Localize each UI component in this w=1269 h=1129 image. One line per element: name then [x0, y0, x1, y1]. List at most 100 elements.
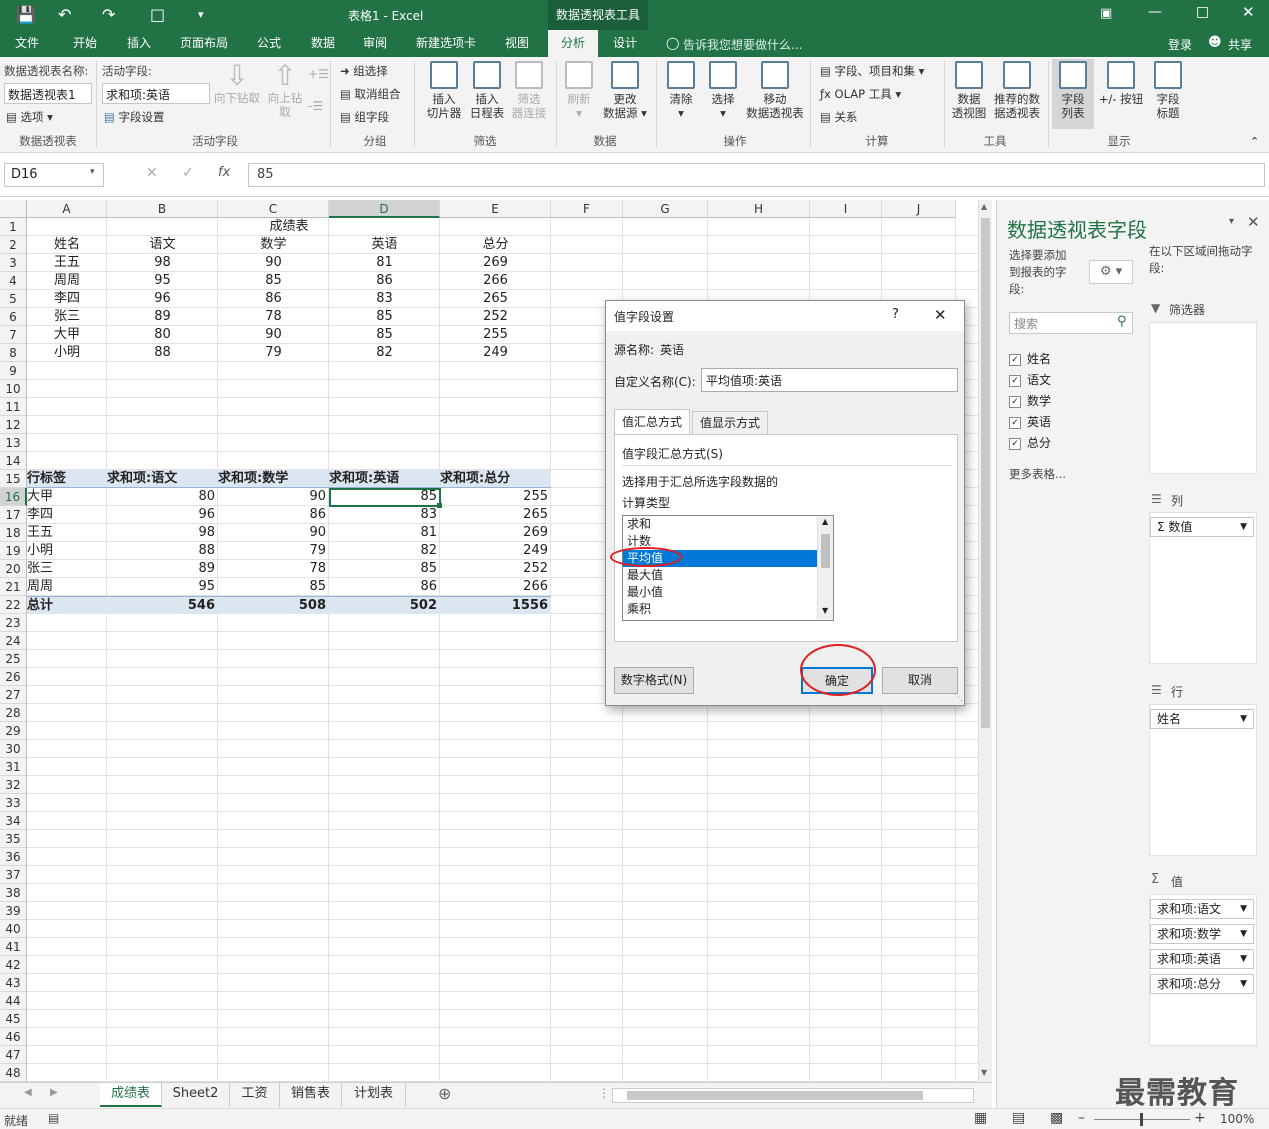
row-header[interactable]: 11 — [0, 398, 27, 416]
page-layout-view-icon[interactable]: ▤ — [1012, 1110, 1025, 1126]
column-header[interactable]: C — [218, 200, 329, 218]
column-header[interactable]: D — [329, 200, 440, 218]
pivot-cell[interactable]: 王五 — [27, 524, 107, 542]
tab-home[interactable]: 开始 — [60, 30, 110, 57]
maximize-icon[interactable]: □ — [1196, 4, 1209, 20]
values-area[interactable]: 求和项:语文 ▼ 求和项:数学 ▼ 求和项:英语 ▼ 求和项:总分 ▼ — [1149, 894, 1257, 1046]
checkbox-checked-icon[interactable]: ✓ — [1009, 374, 1021, 387]
zoom-out-icon[interactable]: – — [1078, 1110, 1085, 1126]
pivot-cell[interactable]: 85 — [329, 560, 440, 578]
table-cell[interactable]: 255 — [440, 326, 551, 344]
row-header[interactable]: 19 — [0, 542, 27, 560]
field-item[interactable]: ✓ 数学 — [1009, 392, 1133, 413]
pivot-chart-button[interactable]: 数据 透视图 — [948, 61, 990, 120]
pivot-cell[interactable]: 90 — [218, 524, 329, 542]
tab-summarize-by[interactable]: 值汇总方式 — [614, 409, 690, 435]
table-cell[interactable]: 86 — [329, 272, 440, 290]
normal-view-icon[interactable]: ▦ — [974, 1110, 987, 1126]
row-header[interactable]: 4 — [0, 272, 27, 290]
pivot-cell[interactable]: 86 — [329, 578, 440, 596]
table-cell[interactable]: 86 — [218, 290, 329, 308]
table-cell[interactable]: 83 — [329, 290, 440, 308]
redo-icon[interactable]: ↷ — [102, 5, 115, 24]
tab-formulas[interactable]: 公式 — [244, 30, 294, 57]
table-cell[interactable]: 81 — [329, 254, 440, 272]
row-header[interactable]: 30 — [0, 740, 27, 758]
row-header[interactable]: 47 — [0, 1046, 27, 1064]
row-header[interactable]: 32 — [0, 776, 27, 794]
pivot-name-input[interactable]: 数据透视表1 — [4, 83, 92, 104]
field-search-input[interactable]: 搜索 — [1009, 312, 1133, 334]
row-header[interactable]: 43 — [0, 974, 27, 992]
resize-grip-icon[interactable]: ⋱ — [954, 693, 963, 703]
columns-area[interactable]: Σ 数值 ▼ — [1149, 512, 1257, 664]
login-link[interactable]: 登录 — [1168, 36, 1192, 53]
row-header[interactable]: 22 — [0, 596, 27, 614]
close-icon[interactable]: ✕ — [1242, 3, 1255, 21]
pivot-cell[interactable]: 96 — [107, 506, 218, 524]
row-header[interactable]: 2 — [0, 236, 27, 254]
table-cell[interactable]: 269 — [440, 254, 551, 272]
table-cell[interactable]: 周周 — [27, 272, 107, 290]
column-header[interactable]: J — [882, 200, 956, 218]
pivot-cell[interactable]: 252 — [440, 560, 551, 578]
enter-icon[interactable]: ✓ — [182, 165, 194, 181]
table-header-cell[interactable]: 语文 — [107, 236, 218, 254]
insert-function-icon[interactable]: fx — [218, 165, 230, 180]
pane-close-icon[interactable]: ✕ — [1247, 213, 1260, 231]
insert-slicer-button[interactable]: 插入 切片器 — [422, 61, 466, 120]
row-header[interactable]: 18 — [0, 524, 27, 542]
insert-timeline-button[interactable]: 插入 日程表 — [466, 61, 508, 120]
page-break-view-icon[interactable]: ▩ — [1050, 1110, 1063, 1126]
calc-type-listbox[interactable]: 求和 计数 平均值 最大值 最小值 乘积 ▲ ▼ — [622, 515, 834, 621]
listbox-scrollbar[interactable]: ▲ ▼ — [817, 516, 833, 620]
scroll-up-icon[interactable]: ▲ — [981, 202, 987, 211]
group-selection-button[interactable]: ➜ 组选择 — [340, 63, 388, 79]
row-header[interactable]: 6 — [0, 308, 27, 326]
add-sheet-icon[interactable]: ⊕ — [438, 1084, 451, 1103]
table-cell[interactable]: 88 — [107, 344, 218, 362]
pivot-cell[interactable]: 李四 — [27, 506, 107, 524]
sheet-tab-sales[interactable]: 销售表 — [280, 1083, 342, 1107]
tab-review[interactable]: 审阅 — [350, 30, 400, 57]
table-cell[interactable]: 79 — [218, 344, 329, 362]
formula-input[interactable]: 85 — [248, 163, 1265, 187]
drill-up-button[interactable]: ⇧ 向上钻取 — [264, 61, 306, 120]
fields-items-sets-button[interactable]: ▤ 字段、项目和集 ▾ — [820, 63, 924, 79]
filter-connections-button[interactable]: 筛选 器连接 — [508, 61, 550, 120]
row-header[interactable]: 38 — [0, 884, 27, 902]
column-header[interactable]: F — [551, 200, 623, 218]
table-cell[interactable]: 王五 — [27, 254, 107, 272]
pivot-cell[interactable]: 255 — [440, 488, 551, 506]
rows-area[interactable]: 姓名 ▼ — [1149, 704, 1257, 856]
horizontal-scrollbar[interactable] — [612, 1088, 974, 1103]
checkbox-checked-icon[interactable]: ✓ — [1009, 395, 1021, 408]
name-box[interactable]: D16 — [4, 163, 104, 187]
row-header[interactable]: 3 — [0, 254, 27, 272]
row-header[interactable]: 14 — [0, 452, 27, 470]
collapse-ribbon-icon[interactable]: ⌃ — [1250, 135, 1259, 148]
tab-file[interactable]: 文件 — [2, 30, 52, 57]
row-header[interactable]: 7 — [0, 326, 27, 344]
more-tables-link[interactable]: 更多表格... — [1009, 466, 1066, 482]
table-cell[interactable]: 85 — [218, 272, 329, 290]
list-scroll-thumb[interactable] — [821, 534, 830, 568]
table-header-cell[interactable]: 数学 — [218, 236, 329, 254]
table-cell[interactable]: 78 — [218, 308, 329, 326]
dialog-close-icon[interactable]: ✕ — [934, 306, 947, 324]
table-cell[interactable]: 98 — [107, 254, 218, 272]
checkbox-checked-icon[interactable]: ✓ — [1009, 416, 1021, 429]
row-header[interactable]: 9 — [0, 362, 27, 380]
pivot-header-cell[interactable]: 求和项:语文 — [107, 470, 218, 488]
row-header[interactable]: 5 — [0, 290, 27, 308]
sheet-tab-plan[interactable]: 计划表 — [342, 1083, 406, 1107]
move-pivot-button[interactable]: 移动 数据透视表 — [744, 61, 806, 120]
pivot-cell[interactable]: 80 — [107, 488, 218, 506]
table-cell[interactable]: 85 — [329, 326, 440, 344]
pivot-total-cell[interactable]: 508 — [218, 596, 329, 614]
values-item[interactable]: 求和项:英语 ▼ — [1150, 949, 1254, 969]
ribbon-display-icon[interactable]: ▣ — [1100, 6, 1112, 21]
pivot-cell[interactable]: 98 — [107, 524, 218, 542]
pivot-cell[interactable]: 266 — [440, 578, 551, 596]
row-header[interactable]: 41 — [0, 938, 27, 956]
